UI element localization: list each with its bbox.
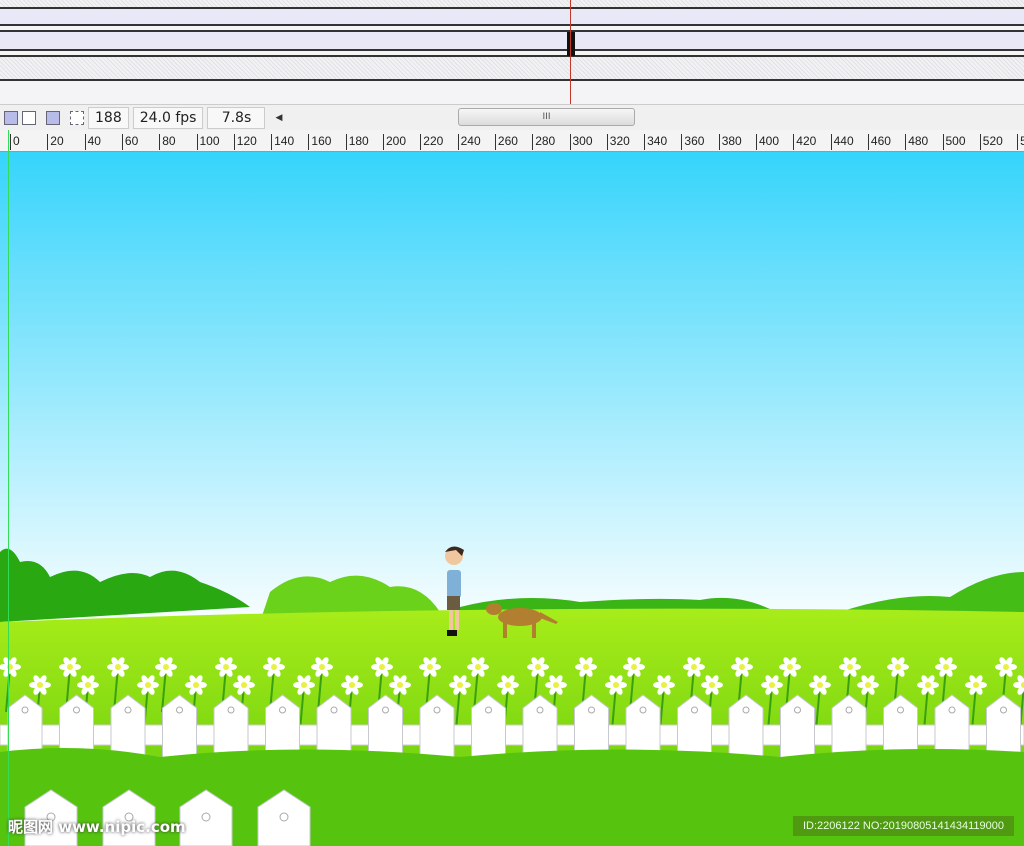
timeline-toolbar: 188 24.0 fps 7.8s ◀ III [0,104,1024,130]
scroll-left-arrow-icon[interactable]: ◀ [275,113,282,123]
ruler-tick-label: 20 [47,134,64,150]
ruler-tick-label: 40 [84,134,101,150]
ruler-tick-label: 300 [569,134,593,150]
ruler-tick-label: 120 [233,134,257,150]
ruler-tick-label: 400 [756,134,779,150]
ruler-tick-label: 520 [979,134,1003,150]
elapsed-time-field: 7.8s [207,106,266,129]
current-frame-field[interactable]: 188 [88,106,129,129]
ruler-tick-label: 280 [532,134,555,150]
ruler-tick-label: 380 [718,134,742,150]
ruler-tick-label: 500 [942,134,966,150]
ruler-tick-label: 60 [121,134,138,150]
ruler-tick-label: 180 [345,134,369,150]
center-frame-icon[interactable] [4,110,18,125]
horizontal-scrollbar-thumb[interactable]: III [458,108,635,126]
ruler-tick-label: 480 [905,134,928,150]
ruler-tick-label: 160 [308,134,331,150]
ruler-tick-label: 200 [383,134,406,150]
ruler-tick-label: 80 [159,134,176,150]
stage-canvas[interactable] [0,152,1024,846]
onion-skin-outlines-icon[interactable] [46,110,60,125]
ruler-tick-label: 460 [867,134,891,150]
vertical-guide-line[interactable] [8,130,9,846]
ruler-tick-label: 440 [830,134,854,150]
ruler-tick-label: 240 [457,134,481,150]
ruler-tick-label: 340 [644,134,667,150]
edit-multiple-frames-icon[interactable] [70,110,84,125]
onion-skin-icon[interactable] [22,110,36,125]
ruler-tick-label: 220 [420,134,443,150]
ruler-tick-label: 420 [793,134,816,150]
keyframe[interactable] [567,32,575,56]
ruler-tick-label: 360 [681,134,704,150]
ruler-tick-label: 0 [10,134,20,150]
ruler-tick-label: 260 [494,134,518,150]
ruler-tick-label: 140 [271,134,294,150]
timeline-panel[interactable] [0,0,1024,104]
playhead[interactable] [570,0,571,104]
ruler-tick-label: 54 [1017,134,1024,150]
frame-rate-field[interactable]: 24.0 fps [132,106,204,129]
horizontal-ruler: 0 20 40 60 80 100 120 140 160 180 200 220 240 260 280 3… [0,130,1024,152]
watermark-id: ID:2206122 NO:20190805141434119000 [793,816,1014,836]
ruler-tick-label: 320 [606,134,630,150]
watermark-logo: 昵图网 www.nipic.com [8,818,186,836]
ruler-tick-label: 100 [196,134,220,150]
